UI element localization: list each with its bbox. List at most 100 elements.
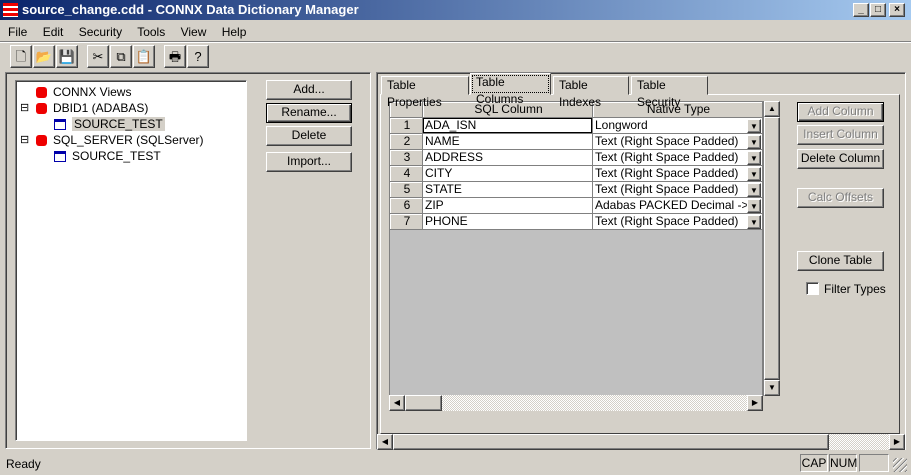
sql-column-cell[interactable]: ZIP <box>423 198 593 214</box>
grid-horizontal-scrollbar[interactable]: ◀ ▶ <box>389 395 763 411</box>
menu-view[interactable]: View <box>181 25 207 39</box>
tree-item[interactable]: CONNX Views <box>36 84 131 100</box>
row-number[interactable]: 6 <box>390 198 423 214</box>
cap-indicator: CAP <box>800 454 828 472</box>
dropdown-arrow-icon[interactable]: ▼ <box>747 151 761 165</box>
sql-column-cell[interactable]: ADDRESS <box>423 150 593 166</box>
table-icon <box>54 119 66 131</box>
row-number[interactable]: 2 <box>390 134 423 150</box>
sql-column-cell[interactable]: PHONE <box>423 214 593 230</box>
calc-offsets-button[interactable]: Calc Offsets <box>797 188 884 208</box>
add-column-button[interactable]: Add Column <box>797 102 884 122</box>
insert-column-button[interactable]: Insert Column <box>797 125 884 145</box>
cut-button[interactable]: ✂ <box>87 45 109 68</box>
row-number[interactable]: 7 <box>390 214 423 230</box>
import-button[interactable]: Import... <box>266 152 352 172</box>
print-button[interactable]: 🖶 <box>164 45 186 68</box>
tree-item[interactable]: SOURCE_TEST <box>54 116 165 132</box>
table-icon <box>54 151 66 163</box>
num-indicator: NUM <box>829 454 858 472</box>
scroll-right-icon[interactable]: ▶ <box>889 434 905 450</box>
dropdown-arrow-icon[interactable]: ▼ <box>747 119 761 133</box>
dropdown-arrow-icon[interactable]: ▼ <box>747 215 761 229</box>
new-button[interactable]: 🗋 <box>10 45 32 68</box>
row-number[interactable]: 3 <box>390 150 423 166</box>
scroll-up-icon[interactable]: ▲ <box>764 101 780 117</box>
rename-button[interactable]: Rename... <box>266 103 352 123</box>
dropdown-arrow-icon[interactable]: ▼ <box>747 167 761 181</box>
collapse-icon[interactable]: ⊟ <box>20 132 29 148</box>
open-button[interactable]: 📂 <box>33 45 55 68</box>
title-bar: source_change.cdd - CONNX Data Dictionar… <box>0 0 911 20</box>
native-type-cell[interactable]: Text (Right Space Padded) ▼ <box>593 150 763 166</box>
database-icon <box>36 103 47 115</box>
dropdown-arrow-icon[interactable]: ▼ <box>747 199 761 213</box>
native-type-value: Text (Right Space Padded) <box>595 214 739 228</box>
tab-table-security[interactable]: Table Security <box>631 76 708 109</box>
clone-table-button[interactable]: Clone Table <box>797 251 884 271</box>
scroll-indicator <box>859 454 889 472</box>
scroll-thumb[interactable] <box>764 117 780 380</box>
scroll-thumb[interactable] <box>393 434 829 450</box>
scroll-thumb[interactable] <box>405 395 442 411</box>
native-type-value: Text (Right Space Padded) <box>595 166 739 180</box>
app-icon <box>3 3 18 17</box>
tree-item-label: SQL_SERVER (SQLServer) <box>53 133 204 147</box>
menu-edit[interactable]: Edit <box>43 25 64 39</box>
add-button[interactable]: Add... <box>266 80 352 100</box>
menu-bar: File Edit Security Tools View Help <box>8 25 258 39</box>
sql-column-cell[interactable]: ADA_ISN <box>423 118 593 134</box>
row-number[interactable]: 5 <box>390 182 423 198</box>
sql-column-cell[interactable]: STATE <box>423 182 593 198</box>
collapse-icon[interactable]: ⊟ <box>20 100 29 116</box>
native-type-cell[interactable]: Text (Right Space Padded) ▼ <box>593 166 763 182</box>
panel-horizontal-scrollbar[interactable]: ◀ ▶ <box>377 434 905 450</box>
maximize-button[interactable]: □ <box>870 3 886 17</box>
scroll-left-icon[interactable]: ◀ <box>377 434 393 450</box>
native-type-cell[interactable]: Longword ▼ <box>593 118 763 134</box>
native-type-value: Text (Right Space Padded) <box>595 182 739 196</box>
row-number[interactable]: 1 <box>390 118 423 134</box>
filter-types-checkbox[interactable] <box>806 282 819 295</box>
menu-security[interactable]: Security <box>79 25 122 39</box>
tab-table-indexes[interactable]: Table Indexes <box>553 76 629 109</box>
menu-tools[interactable]: Tools <box>137 25 165 39</box>
copy-button[interactable]: ⧉ <box>110 45 132 68</box>
dropdown-arrow-icon[interactable]: ▼ <box>747 183 761 197</box>
paste-button[interactable]: 📋 <box>133 45 155 68</box>
native-type-cell[interactable]: Text (Right Space Padded) ▼ <box>593 134 763 150</box>
native-type-value: Adabas PACKED Decimal -> Int <box>595 198 763 212</box>
native-type-cell[interactable]: Text (Right Space Padded) ▼ <box>593 182 763 198</box>
native-type-cell[interactable]: Adabas PACKED Decimal -> Int ▼ <box>593 198 763 214</box>
resize-grip-icon[interactable] <box>893 458 907 472</box>
tab-table-properties[interactable]: Table Properties <box>381 76 469 109</box>
tree-item[interactable]: DBID1 (ADABAS) <box>36 100 148 116</box>
window-title: source_change.cdd - CONNX Data Dictionar… <box>22 2 359 17</box>
scroll-left-icon[interactable]: ◀ <box>389 395 405 411</box>
save-button[interactable]: 💾 <box>56 45 78 68</box>
row-number[interactable]: 4 <box>390 166 423 182</box>
database-icon <box>36 135 47 147</box>
tree-item[interactable]: SOURCE_TEST <box>54 148 161 164</box>
tree-item-label: DBID1 (ADABAS) <box>53 101 149 115</box>
minimize-button[interactable]: _ <box>853 3 869 17</box>
dropdown-arrow-icon[interactable]: ▼ <box>747 135 761 149</box>
close-button[interactable]: × <box>889 3 905 17</box>
grid-vertical-scrollbar[interactable]: ▲ ▼ <box>763 101 780 396</box>
native-type-value: Text (Right Space Padded) <box>595 134 739 148</box>
scroll-down-icon[interactable]: ▼ <box>764 380 780 396</box>
scroll-right-icon[interactable]: ▶ <box>747 395 763 411</box>
columns-grid[interactable]: SQL ColumnNative Type1ADA_ISNLongword▼2N… <box>389 101 763 396</box>
tree-view[interactable]: CONNX Views DBID1 (ADABAS) ⊟ SOURCE_TEST SQL… <box>15 80 247 441</box>
sql-column-cell[interactable]: CITY <box>423 166 593 182</box>
sql-column-cell[interactable]: NAME <box>423 134 593 150</box>
menu-file[interactable]: File <box>8 25 27 39</box>
tree-item[interactable]: SQL_SERVER (SQLServer) <box>36 132 204 148</box>
native-type-cell[interactable]: Text (Right Space Padded) ▼ <box>593 214 763 230</box>
help-button[interactable]: ? <box>187 45 209 68</box>
delete-button[interactable]: Delete <box>266 126 352 146</box>
native-type-value: Text (Right Space Padded) <box>595 150 739 164</box>
delete-column-button[interactable]: Delete Column <box>797 149 884 169</box>
tab-table-columns[interactable]: Table Columns <box>470 73 551 106</box>
menu-help[interactable]: Help <box>222 25 247 39</box>
